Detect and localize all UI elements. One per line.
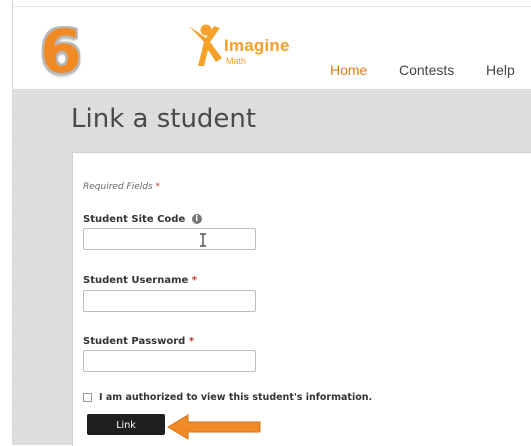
site-code-label-text: Student Site Code: [83, 214, 186, 225]
password-label: Student Password *: [83, 336, 194, 347]
password-label-text: Student Password: [83, 336, 186, 347]
authorize-label[interactable]: I am authorized to view this student's i…: [99, 392, 372, 403]
required-star: *: [155, 182, 161, 192]
username-label: Student Username *: [83, 275, 197, 286]
site-code-label: Student Site Code i: [83, 214, 202, 225]
imagine-person-icon: [189, 24, 222, 66]
nav-help[interactable]: Help: [486, 62, 515, 78]
username-required-star: *: [191, 275, 197, 286]
username-label-text: Student Username: [83, 275, 189, 286]
site-code-input[interactable]: [83, 228, 256, 250]
required-note-text: Required Fields: [83, 182, 153, 192]
info-icon[interactable]: i: [191, 214, 202, 224]
step-number-overlay: 6: [40, 17, 82, 87]
username-input[interactable]: [83, 290, 256, 312]
password-input[interactable]: [83, 350, 256, 372]
text-cursor-icon: [200, 233, 206, 247]
nav-home[interactable]: Home: [330, 62, 367, 78]
orange-arrow-icon: [167, 414, 261, 440]
password-required-star: *: [188, 336, 195, 347]
logo-wordmark: Imagine: [224, 36, 290, 55]
page-title: Link a student: [71, 104, 257, 134]
imagine-math-logo[interactable]: Imagine Math: [186, 22, 306, 72]
logo-subtitle: Math: [226, 56, 247, 66]
authorize-checkbox[interactable]: [83, 393, 92, 402]
required-fields-note: Required Fields *: [83, 182, 160, 192]
link-button[interactable]: Link: [87, 414, 165, 435]
nav-contests[interactable]: Contests: [399, 62, 454, 78]
